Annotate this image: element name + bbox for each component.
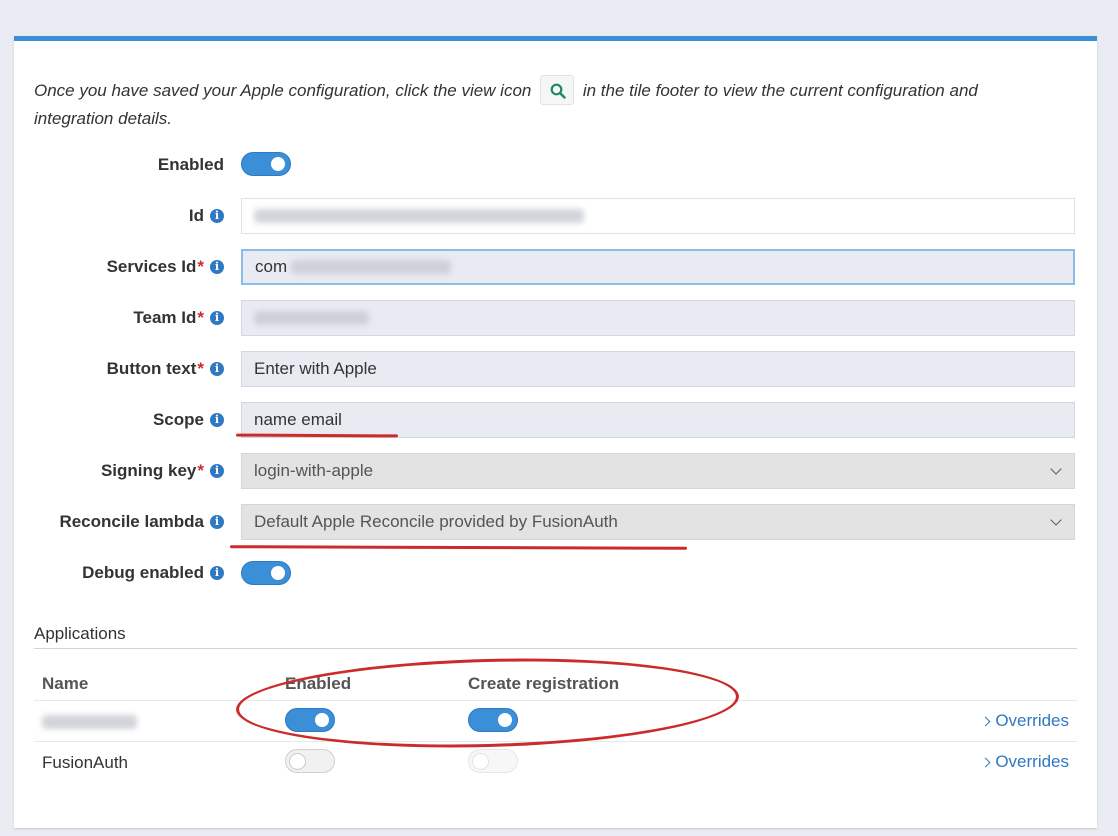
debug-enabled-row: Debug enabled i xyxy=(14,555,1097,591)
redacted-value xyxy=(254,209,584,223)
chevron-down-icon xyxy=(1050,514,1062,526)
scope-input[interactable]: name email xyxy=(241,402,1075,438)
column-header-name: Name xyxy=(42,674,89,693)
applications-heading: Applications xyxy=(34,624,126,643)
button-text-label: Button text * i xyxy=(107,351,224,387)
reconcile-lambda-select[interactable]: Default Apple Reconcile provided by Fusi… xyxy=(241,504,1075,540)
info-icon[interactable]: i xyxy=(210,362,224,376)
id-field[interactable] xyxy=(241,198,1075,234)
toggle-knob xyxy=(271,157,285,171)
enabled-toggle[interactable] xyxy=(241,152,291,176)
scope-label: Scope i xyxy=(153,402,224,438)
redacted-value xyxy=(254,311,369,325)
reconcile-annotation-underline xyxy=(229,545,688,550)
redacted-value xyxy=(291,260,452,274)
app-name: FusionAuth xyxy=(42,753,128,772)
scope-row: Scope i name email xyxy=(14,402,1097,438)
info-icon[interactable]: i xyxy=(210,311,224,325)
view-icon-sample xyxy=(540,74,575,105)
button-text-row: Button text * i Enter with Apple xyxy=(14,351,1097,387)
info-icon[interactable]: i xyxy=(210,566,224,580)
redacted-app-name xyxy=(42,715,137,729)
toggle-knob xyxy=(271,566,285,580)
services-id-input[interactable]: com xyxy=(241,249,1075,285)
reconcile-lambda-row: Reconcile lambda i Default Apple Reconci… xyxy=(14,504,1097,540)
info-icon[interactable]: i xyxy=(210,209,224,223)
button-text-input[interactable]: Enter with Apple xyxy=(241,351,1075,387)
enabled-label: Enabled xyxy=(157,155,224,174)
signing-key-row: Signing key * i login-with-apple xyxy=(14,453,1097,489)
services-id-row: Services Id * i com xyxy=(14,249,1097,285)
intro-text: Once you have saved your Apple configura… xyxy=(34,74,1044,132)
chevron-down-icon xyxy=(1050,463,1062,475)
overrides-link[interactable]: Overrides xyxy=(980,752,1069,772)
info-icon[interactable]: i xyxy=(210,260,224,274)
team-id-row: Team Id * i xyxy=(14,300,1097,336)
team-id-input[interactable] xyxy=(241,300,1075,336)
services-id-label: Services Id * i xyxy=(107,249,224,285)
team-id-label: Team Id * i xyxy=(133,300,224,336)
toggle-knob xyxy=(289,753,306,770)
app-create-registration-toggle[interactable] xyxy=(468,749,518,773)
info-icon[interactable]: i xyxy=(210,515,224,529)
intro-text-before: Once you have saved your Apple configura… xyxy=(34,81,532,100)
signing-key-label: Signing key * i xyxy=(101,453,224,489)
reconcile-lambda-label: Reconcile lambda i xyxy=(59,504,224,540)
chevron-right-icon xyxy=(980,757,991,767)
info-icon[interactable]: i xyxy=(210,464,224,478)
overrides-link[interactable]: Overrides xyxy=(980,711,1069,731)
debug-enabled-toggle[interactable] xyxy=(241,561,291,585)
annotation-ellipse xyxy=(234,652,741,754)
app-enabled-toggle[interactable] xyxy=(285,749,335,773)
id-label: Id i xyxy=(189,198,224,234)
apple-config-panel: Once you have saved your Apple configura… xyxy=(14,36,1097,828)
enabled-row: Enabled xyxy=(14,147,1097,183)
debug-enabled-label: Debug enabled i xyxy=(82,555,224,591)
chevron-right-icon xyxy=(980,716,991,726)
toggle-knob xyxy=(472,753,489,770)
divider xyxy=(34,648,1077,649)
id-row: Id i xyxy=(14,198,1097,234)
search-icon xyxy=(550,83,566,99)
signing-key-select[interactable]: login-with-apple xyxy=(241,453,1075,489)
info-icon[interactable]: i xyxy=(210,413,224,427)
